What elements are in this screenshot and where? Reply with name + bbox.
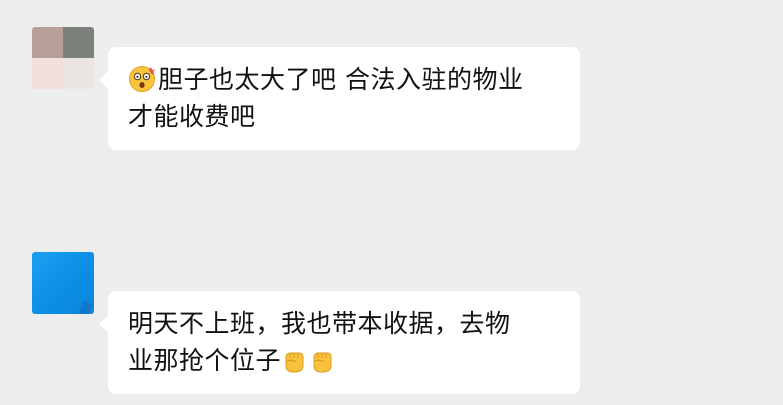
message-bubble[interactable]: 胆子也太大了吧 合法入驻的物业 才能收费吧 <box>99 47 580 150</box>
avatar[interactable] <box>32 27 94 89</box>
astonished-face-icon <box>128 65 156 93</box>
message-text: 明天不上班，我也带本收据，去物 <box>128 309 511 338</box>
avatar-tile <box>63 27 94 58</box>
raised-fist-icon <box>309 346 335 374</box>
message-line: 明天不上班，我也带本收据，去物 <box>128 305 560 342</box>
avatar-tile <box>63 58 94 89</box>
message-line: 业那抢个位子 <box>128 342 560 379</box>
message-text: 才能收费吧 <box>128 102 256 131</box>
message-text: 业那抢个位子 <box>128 346 282 375</box>
message-text: 胆子也太大了吧 合法入驻的物业 <box>158 65 524 94</box>
message-line: 才能收费吧 <box>128 98 560 135</box>
avatar-tile <box>32 27 63 58</box>
avatar-tile <box>32 58 63 89</box>
message-line: 胆子也太大了吧 合法入驻的物业 <box>128 61 560 98</box>
avatar[interactable] <box>32 252 94 314</box>
message-bubble[interactable]: 明天不上班，我也带本收据，去物 业那抢个位子 <box>99 291 580 394</box>
chat-window: 胆子也太大了吧 合法入驻的物业 才能收费吧 明天不上班，我也带本收据，去物 业那… <box>0 0 783 405</box>
raised-fist-icon <box>281 346 307 374</box>
